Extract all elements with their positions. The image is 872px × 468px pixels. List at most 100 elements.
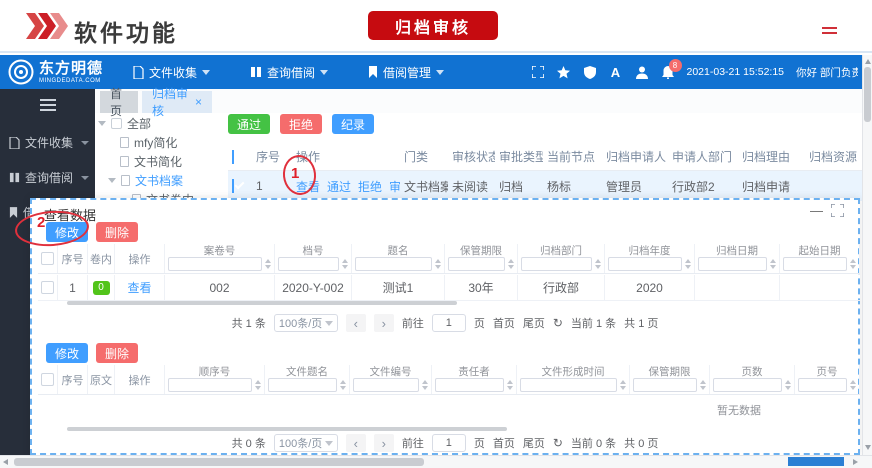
view-link[interactable]: 查看 — [127, 279, 151, 296]
pass-link[interactable]: 通过 — [327, 178, 351, 195]
prev-page-button[interactable]: ‹ — [346, 434, 366, 452]
filter-input[interactable] — [713, 378, 782, 392]
filter-input[interactable] — [168, 257, 262, 271]
filter-input[interactable] — [168, 378, 252, 392]
table-hscroll-thumb[interactable] — [67, 427, 507, 431]
sort-carets-icon[interactable] — [685, 259, 691, 269]
select-all-checkbox[interactable] — [41, 373, 54, 386]
nav-item-query-borrow[interactable]: 查询借阅 — [250, 64, 328, 81]
volume-table-row[interactable]: 1 0 查看 002 2020-Y-002 测试1 30年 行政部 2020 — [38, 275, 860, 301]
scroll-up-icon[interactable] — [865, 59, 871, 64]
refresh-icon[interactable]: ↻ — [553, 316, 563, 330]
record-button[interactable]: 纪录 — [332, 114, 374, 134]
table-hscroll-thumb[interactable] — [67, 301, 457, 305]
expand-icon[interactable] — [831, 204, 844, 217]
sort-carets-icon[interactable] — [340, 380, 346, 390]
sidebar-item-query-borrow[interactable]: 查询借阅 — [0, 160, 95, 195]
caret-down-icon[interactable] — [98, 121, 106, 126]
sort-carets-icon[interactable] — [508, 259, 514, 269]
tab-home[interactable]: 首页 — [100, 91, 138, 113]
refuse-link[interactable]: 拒绝 — [358, 178, 382, 195]
horizontal-scrollbar[interactable] — [0, 455, 872, 468]
edit-button[interactable]: 修改 — [46, 222, 88, 242]
tree-checkbox[interactable] — [111, 118, 122, 129]
sort-carets-icon[interactable] — [507, 380, 513, 390]
sort-carets-icon[interactable] — [265, 259, 271, 269]
sort-carets-icon[interactable] — [770, 259, 776, 269]
page-size-select[interactable]: 100条/页 — [274, 314, 338, 332]
refresh-icon[interactable]: ↻ — [553, 436, 563, 450]
filter-input[interactable] — [268, 378, 337, 392]
delete-button[interactable]: 删除 — [96, 343, 138, 363]
reject-button[interactable]: 拒绝 — [280, 114, 322, 134]
tree-node-mfy[interactable]: mfy简化 — [98, 133, 226, 152]
sort-carets-icon[interactable] — [700, 380, 706, 390]
prev-page-button[interactable]: ‹ — [346, 314, 366, 332]
next-page-button[interactable]: › — [374, 434, 394, 452]
filter-input[interactable] — [520, 378, 617, 392]
row-checkbox[interactable] — [232, 179, 234, 193]
fullscreen-icon[interactable] — [531, 65, 545, 79]
sort-carets-icon[interactable] — [342, 259, 348, 269]
view-link[interactable]: 查看 — [296, 178, 320, 195]
sort-carets-icon[interactable] — [785, 380, 791, 390]
filter-input[interactable] — [608, 257, 682, 271]
filter-input[interactable] — [435, 378, 504, 392]
horizontal-scroll-thumb[interactable] — [14, 458, 424, 466]
close-icon[interactable]: × — [195, 95, 202, 109]
filter-input[interactable] — [278, 257, 339, 271]
goto-page-input[interactable] — [432, 314, 466, 332]
review-table-row[interactable]: 1 查看 通过 拒绝 审核记录 文书档案 未阅读 归档 杨标 管理员 行政部2 … — [228, 171, 862, 201]
last-page-link[interactable]: 尾页 — [523, 315, 545, 331]
row-checkbox[interactable] — [41, 281, 54, 294]
goto-page-input[interactable] — [432, 434, 466, 452]
scroll-left-icon[interactable] — [3, 459, 8, 465]
select-all-checkbox[interactable] — [41, 252, 54, 265]
sort-carets-icon[interactable] — [850, 380, 856, 390]
caret-down-icon[interactable] — [108, 178, 116, 183]
hamburger-icon[interactable] — [40, 99, 56, 111]
collapse-menu-icon[interactable] — [822, 27, 837, 37]
font-size-icon[interactable]: A — [609, 65, 623, 79]
sort-carets-icon[interactable] — [255, 380, 261, 390]
first-page-link[interactable]: 首页 — [493, 315, 515, 331]
next-page-button[interactable]: › — [374, 314, 394, 332]
tree-node-wenshu-dangan[interactable]: 文书档案 — [98, 171, 226, 190]
scroll-down-icon[interactable] — [865, 445, 871, 450]
edit-button[interactable]: 修改 — [46, 343, 88, 363]
shield-icon[interactable] — [583, 65, 597, 79]
tree-node-root[interactable]: 全部 — [98, 114, 226, 133]
nav-item-borrow-manage[interactable]: 借阅管理 — [368, 64, 444, 81]
approve-button[interactable]: 通过 — [228, 114, 270, 134]
page-size-select[interactable]: 100条/页 — [274, 434, 338, 452]
user-icon[interactable] — [635, 65, 649, 79]
scroll-right-icon[interactable] — [853, 459, 858, 465]
sidebar-item-file-collect[interactable]: 文件收集 — [0, 125, 95, 160]
favorite-star-icon[interactable] — [557, 65, 571, 79]
sort-carets-icon[interactable] — [422, 380, 428, 390]
vertical-scrollbar[interactable] — [862, 55, 872, 455]
filter-input[interactable] — [353, 378, 419, 392]
tab-archive-review[interactable]: 归档审核 × — [142, 91, 212, 113]
sort-carets-icon[interactable] — [595, 259, 601, 269]
filter-input[interactable] — [521, 257, 592, 271]
delete-button[interactable]: 删除 — [96, 222, 138, 242]
audit-log-link[interactable]: 审核记录 — [389, 178, 400, 195]
sort-carets-icon[interactable] — [620, 380, 626, 390]
nav-item-file-collect[interactable]: 文件收集 — [133, 64, 210, 81]
notification-bell-icon[interactable]: 8 — [661, 65, 675, 79]
filter-input[interactable] — [355, 257, 432, 271]
minimize-icon[interactable]: — — [810, 206, 823, 216]
filter-input[interactable] — [448, 257, 505, 271]
first-page-link[interactable]: 首页 — [493, 435, 515, 451]
sort-carets-icon[interactable] — [435, 259, 441, 269]
last-page-link[interactable]: 尾页 — [523, 435, 545, 451]
tree-node-wenshu-jianhua[interactable]: 文书简化 — [98, 152, 226, 171]
filter-input[interactable] — [798, 378, 847, 392]
select-all-checkbox[interactable] — [232, 150, 234, 164]
filter-input[interactable] — [698, 257, 767, 271]
filter-input[interactable] — [783, 257, 847, 271]
sort-carets-icon[interactable] — [850, 259, 856, 269]
vertical-scroll-thumb[interactable] — [864, 67, 871, 122]
filter-input[interactable] — [633, 378, 697, 392]
